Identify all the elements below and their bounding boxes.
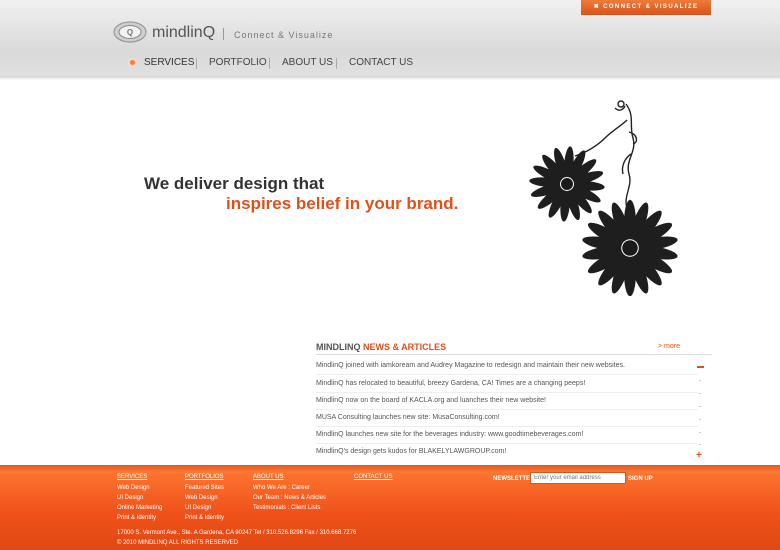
news-title-accent: NEWS & ARTICLES: [363, 342, 447, 352]
nav-contact-us[interactable]: CONTACT US: [349, 57, 413, 68]
daisy-flowers-illustration: [529, 100, 678, 296]
connect-visualize-badge[interactable]: ✖ CONNECT & VISUALIZE: [581, 0, 711, 15]
footer-link[interactable]: Web Design: [185, 495, 218, 501]
scroll-tick: [699, 432, 701, 433]
hero-subheadline: inspires belief in your brand.: [226, 194, 459, 213]
mindlinq-logo[interactable]: Q: [113, 19, 149, 43]
news-item[interactable]: MindlinQ launches new site for the bever…: [316, 431, 583, 438]
scroll-tick: [699, 406, 701, 407]
news-title: MINDLINQ NEWS & ARTICLES: [316, 342, 446, 352]
news-separator: [316, 392, 698, 393]
news-item[interactable]: MindlinQ's design gets kudos for BLAKELY…: [316, 448, 506, 455]
hero-headline: We deliver design that: [144, 174, 325, 193]
footer-link[interactable]: Web Design: [117, 485, 150, 491]
scroll-plus-icon[interactable]: +: [696, 451, 702, 461]
footer-portfolios-heading[interactable]: PORTFOLIOS: [185, 474, 224, 480]
nav-divider: [336, 58, 337, 69]
nav-about-us[interactable]: ABOUT US: [282, 57, 333, 68]
news-separator: [316, 443, 698, 444]
news-item[interactable]: MindlinQ has relocated to beautiful, bre…: [316, 380, 585, 387]
footer-contact-heading[interactable]: CONTACT US: [354, 474, 392, 480]
scroll-tick: [699, 393, 701, 394]
nav-divider: [196, 58, 197, 69]
brand-divider: [223, 28, 224, 40]
footer-address: 17000 S. Vermont Ave., Ste. A Gardena, C…: [117, 530, 357, 536]
footer-link[interactable]: Online Marketing: [117, 505, 162, 511]
svg-text:Q: Q: [127, 28, 133, 37]
newsletter-signup-button[interactable]: SIGN UP: [628, 476, 653, 482]
footer-link[interactable]: Print & Identity: [117, 515, 156, 521]
scroll-tick: [699, 419, 701, 420]
footer-link[interactable]: Who We Are : Career: [253, 485, 310, 491]
news-item[interactable]: MindlinQ joined with iamkoream and Audre…: [316, 362, 625, 369]
arrow-icon: ✖: [593, 4, 604, 10]
scroll-minus-icon[interactable]: [697, 366, 704, 368]
news-separator: [316, 426, 698, 427]
large-flower-icon: [582, 199, 678, 296]
nav-divider: [269, 58, 270, 69]
small-flower-icon: [529, 146, 605, 222]
news-divider: [316, 354, 712, 355]
footer-copyright: © 2010 MINDLINQ ALL RIGHTS RESERVED: [117, 540, 239, 546]
newsletter-label: NEWSLETTER: [493, 476, 535, 482]
nav-services[interactable]: SERVICES: [144, 57, 194, 68]
news-item[interactable]: MindlinQ now on the board of KACLA.org a…: [316, 397, 546, 404]
nav-portfolio[interactable]: PORTFOLIO: [209, 57, 267, 68]
newsletter-email-input[interactable]: [530, 472, 626, 484]
footer-link[interactable]: Testimonials : Client Lists: [253, 505, 320, 511]
footer-link[interactable]: Our Team : News & Articles: [253, 495, 326, 501]
scroll-tick: [699, 380, 701, 381]
footer-link[interactable]: Featured Sites: [185, 485, 224, 491]
news-separator: [316, 409, 698, 410]
footer-link[interactable]: Print & Identity: [185, 515, 224, 521]
active-nav-dot-icon: [128, 58, 137, 67]
tagline: Connect & Visualize: [234, 30, 334, 40]
news-item[interactable]: MUSA Consulting launches new site: MusaC…: [316, 414, 500, 421]
news-separator: [316, 374, 698, 375]
brand-name[interactable]: mindlinQ: [152, 24, 215, 42]
footer-link[interactable]: UI Design: [117, 495, 143, 501]
scroll-tick: [699, 444, 701, 445]
footer-link[interactable]: UI Design: [185, 505, 211, 511]
news-title-prefix: MINDLINQ: [316, 342, 361, 352]
news-more-link[interactable]: > more: [658, 343, 680, 350]
footer-services-heading[interactable]: SERVICES: [117, 474, 147, 480]
footer-about-heading[interactable]: ABOUT US: [253, 474, 284, 480]
